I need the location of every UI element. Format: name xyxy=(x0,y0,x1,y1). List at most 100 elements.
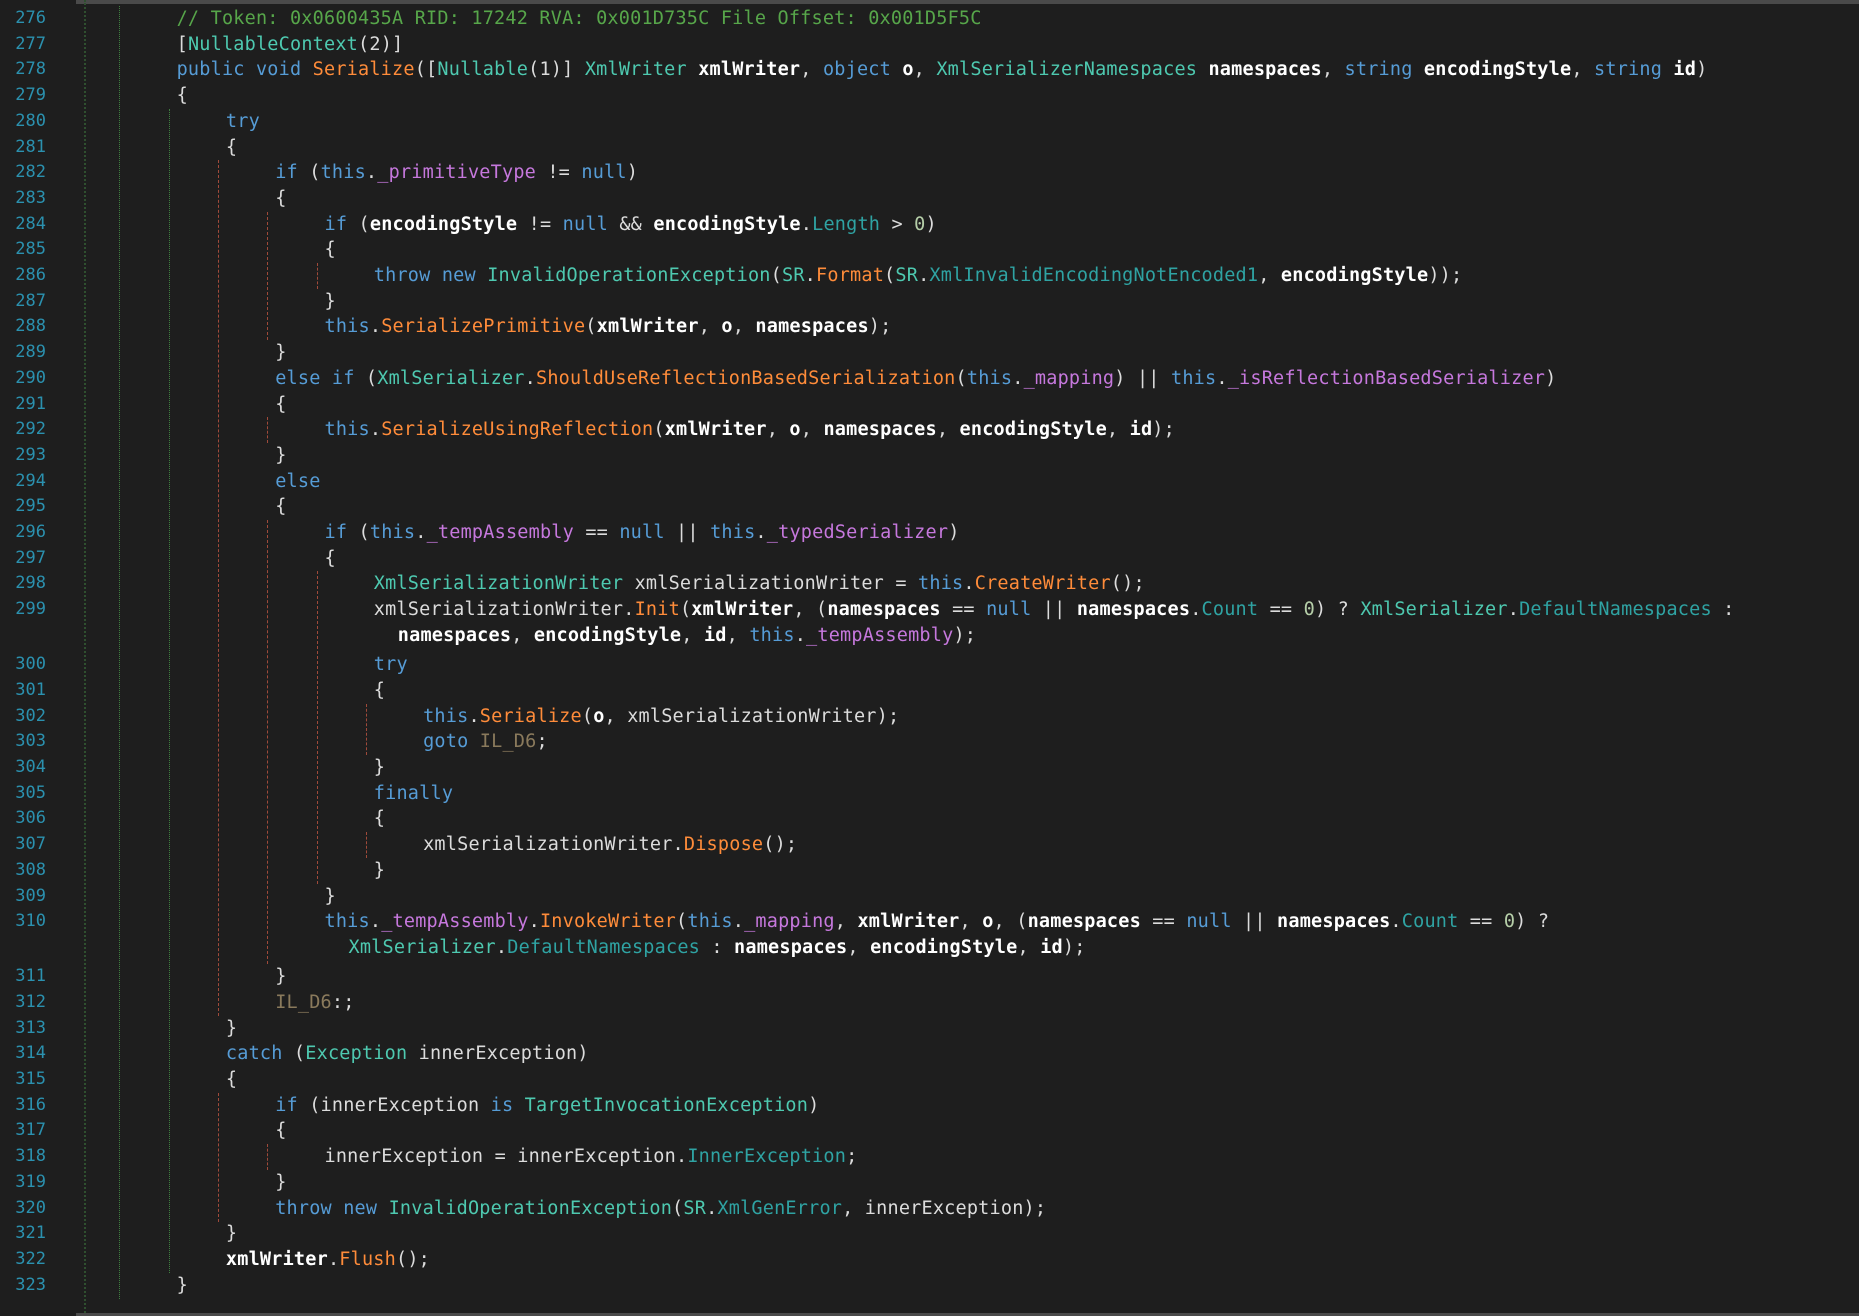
code-token: xmlWriter xyxy=(664,419,767,441)
code-token: , xyxy=(800,419,824,441)
code-token: . xyxy=(369,316,382,338)
code-text: this._tempAssembly.InvokeWriter(this._ma… xyxy=(46,909,1859,960)
code-token: { xyxy=(176,85,188,107)
code-line[interactable]: 279 { xyxy=(0,83,1859,109)
code-line[interactable]: 300 try xyxy=(0,652,1859,678)
code-line[interactable]: 280 try xyxy=(0,109,1859,135)
code-token: 0 xyxy=(1303,599,1315,621)
code-token: _tempAssembly xyxy=(426,522,574,544)
code-line[interactable]: 309} xyxy=(0,884,1859,910)
code-token: || xyxy=(1031,599,1077,621)
code-token: encodingStyle xyxy=(369,213,518,235)
code-line[interactable]: 290 else if (XmlSerializer.ShouldUseRefle… xyxy=(0,366,1859,392)
code-line[interactable]: 308} xyxy=(0,858,1859,884)
line-number: 305 xyxy=(15,782,46,803)
code-line[interactable]: 297 { xyxy=(0,546,1859,572)
code-line[interactable]: 320 throw new InvalidOperationException(S… xyxy=(0,1196,1859,1222)
code-token: , xyxy=(959,911,983,933)
code-line[interactable]: 316 if (innerException is TargetInvocatio… xyxy=(0,1093,1859,1119)
code-token: id xyxy=(703,624,727,646)
code-text: { xyxy=(46,546,1859,572)
code-line[interactable]: 293} xyxy=(0,443,1859,469)
code-token: , xyxy=(1258,265,1281,287)
code-line[interactable]: 281 { xyxy=(0,135,1859,161)
code-token: Serialize xyxy=(479,705,582,727)
code-line[interactable]: 317 { xyxy=(0,1118,1859,1144)
code-token: , xyxy=(511,624,534,646)
code-token: Exception xyxy=(305,1043,408,1065)
code-line[interactable]: 318 innerException = innerException.Inner… xyxy=(0,1144,1859,1170)
code-token: ) xyxy=(948,522,960,544)
code-token: _primitiveType xyxy=(377,162,536,184)
code-line[interactable]: 296 if (this._tempAssembly == null || thi… xyxy=(0,520,1859,546)
code-line[interactable]: 299 xmlSerializationWriter.Init(xmlWriter… xyxy=(0,597,1859,652)
code-line[interactable]: 315 { xyxy=(0,1067,1859,1093)
code-token: , xyxy=(936,419,960,441)
code-editor[interactable]: 276 // Token: 0x0600435A RID: 17242 RVA: … xyxy=(0,0,1859,1316)
code-token: SerializeUsingReflection xyxy=(381,419,654,441)
code-line[interactable]: 295 { xyxy=(0,494,1859,520)
code-token: _mapping xyxy=(744,911,835,933)
code-line[interactable]: 282 if (this._primitiveType != null) xyxy=(0,160,1859,186)
code-line[interactable]: 302 this.Serialize(o, xmlSerializationWri… xyxy=(0,704,1859,730)
code-line[interactable]: 301 { xyxy=(0,678,1859,704)
code-line[interactable]: 312 IL_D6:; xyxy=(0,990,1859,1016)
code-token: namespaces xyxy=(397,624,512,646)
code-line[interactable]: 322 xmlWriter.Flush(); xyxy=(0,1247,1859,1273)
code-line[interactable]: 298 XmlSerializationWriter xmlSerializati… xyxy=(0,571,1859,597)
code-token: innerException) xyxy=(407,1043,589,1065)
code-token: ( xyxy=(770,265,782,287)
code-line[interactable]: 321} xyxy=(0,1221,1859,1247)
code-token: encodingStyle xyxy=(959,419,1107,441)
code-token: ); xyxy=(953,624,977,646)
code-line[interactable]: 291 { xyxy=(0,392,1859,418)
code-token: { xyxy=(275,496,287,518)
code-line[interactable]: 307 xmlSerializationWriter.Dispose(); xyxy=(0,832,1859,858)
code-token: this xyxy=(369,522,416,544)
code-line[interactable]: 283 { xyxy=(0,186,1859,212)
line-number: 292 xyxy=(15,419,46,440)
line-number: 312 xyxy=(15,991,46,1012)
code-token: ( xyxy=(347,522,370,544)
code-line[interactable]: 323} xyxy=(0,1273,1859,1299)
code-line[interactable]: 319} xyxy=(0,1170,1859,1196)
code-line[interactable]: 284 if (encodingStyle != null && encoding… xyxy=(0,212,1859,238)
code-line[interactable]: 287} xyxy=(0,289,1859,315)
code-line[interactable]: 303 goto IL_D6; xyxy=(0,729,1859,755)
code-token: xmlWriter xyxy=(225,1248,328,1270)
code-line[interactable]: 304} xyxy=(0,755,1859,781)
code-token: , xyxy=(913,59,937,81)
code-line[interactable]: 292 this.SerializeUsingReflection(xmlWrit… xyxy=(0,417,1859,443)
line-number: 277 xyxy=(15,33,46,54)
code-line[interactable]: 278 public void Serialize([Nullable(1)] X… xyxy=(0,57,1859,83)
code-line[interactable]: 305 finally xyxy=(0,781,1859,807)
code-line[interactable]: 276 // Token: 0x0600435A RID: 17242 RVA: … xyxy=(0,6,1859,32)
code-token: || xyxy=(664,522,711,544)
code-token: // Token: 0x0600435A RID: 17242 RVA: 0x0… xyxy=(176,8,982,29)
code-line[interactable]: 289} xyxy=(0,340,1859,366)
code-line[interactable]: 294 else xyxy=(0,469,1859,495)
code-text: } xyxy=(46,1221,1859,1247)
code-line[interactable]: 277 [NullableContext(2)] xyxy=(0,32,1859,58)
code-token: (); xyxy=(395,1248,430,1270)
code-line[interactable]: 311} xyxy=(0,964,1859,990)
code-line[interactable]: 288 this.SerializePrimitive(xmlWriter, o,… xyxy=(0,314,1859,340)
code-token: string xyxy=(1344,59,1413,81)
code-token: XmlSerializer xyxy=(348,936,496,958)
code-text: { xyxy=(46,392,1859,418)
code-line[interactable]: 286 throw new InvalidOperationException(S… xyxy=(0,263,1859,289)
code-line[interactable]: 306 { xyxy=(0,806,1859,832)
code-text: xmlWriter.Flush(); xyxy=(46,1247,1859,1273)
code-token: . xyxy=(415,522,427,544)
code-token: ); xyxy=(868,316,892,338)
code-line[interactable]: 310 this._tempAssembly.InvokeWriter(this.… xyxy=(0,909,1859,964)
code-text: if (this._primitiveType != null) xyxy=(46,160,1859,186)
code-line[interactable]: 285 { xyxy=(0,237,1859,263)
code-token: xmlWriter xyxy=(698,59,801,81)
code-text: } xyxy=(46,858,1859,884)
line-number: 297 xyxy=(15,547,46,568)
code-line[interactable]: 313} xyxy=(0,1016,1859,1042)
code-token: ; xyxy=(536,731,548,753)
code-line[interactable]: 314 catch (Exception innerException) xyxy=(0,1041,1859,1067)
